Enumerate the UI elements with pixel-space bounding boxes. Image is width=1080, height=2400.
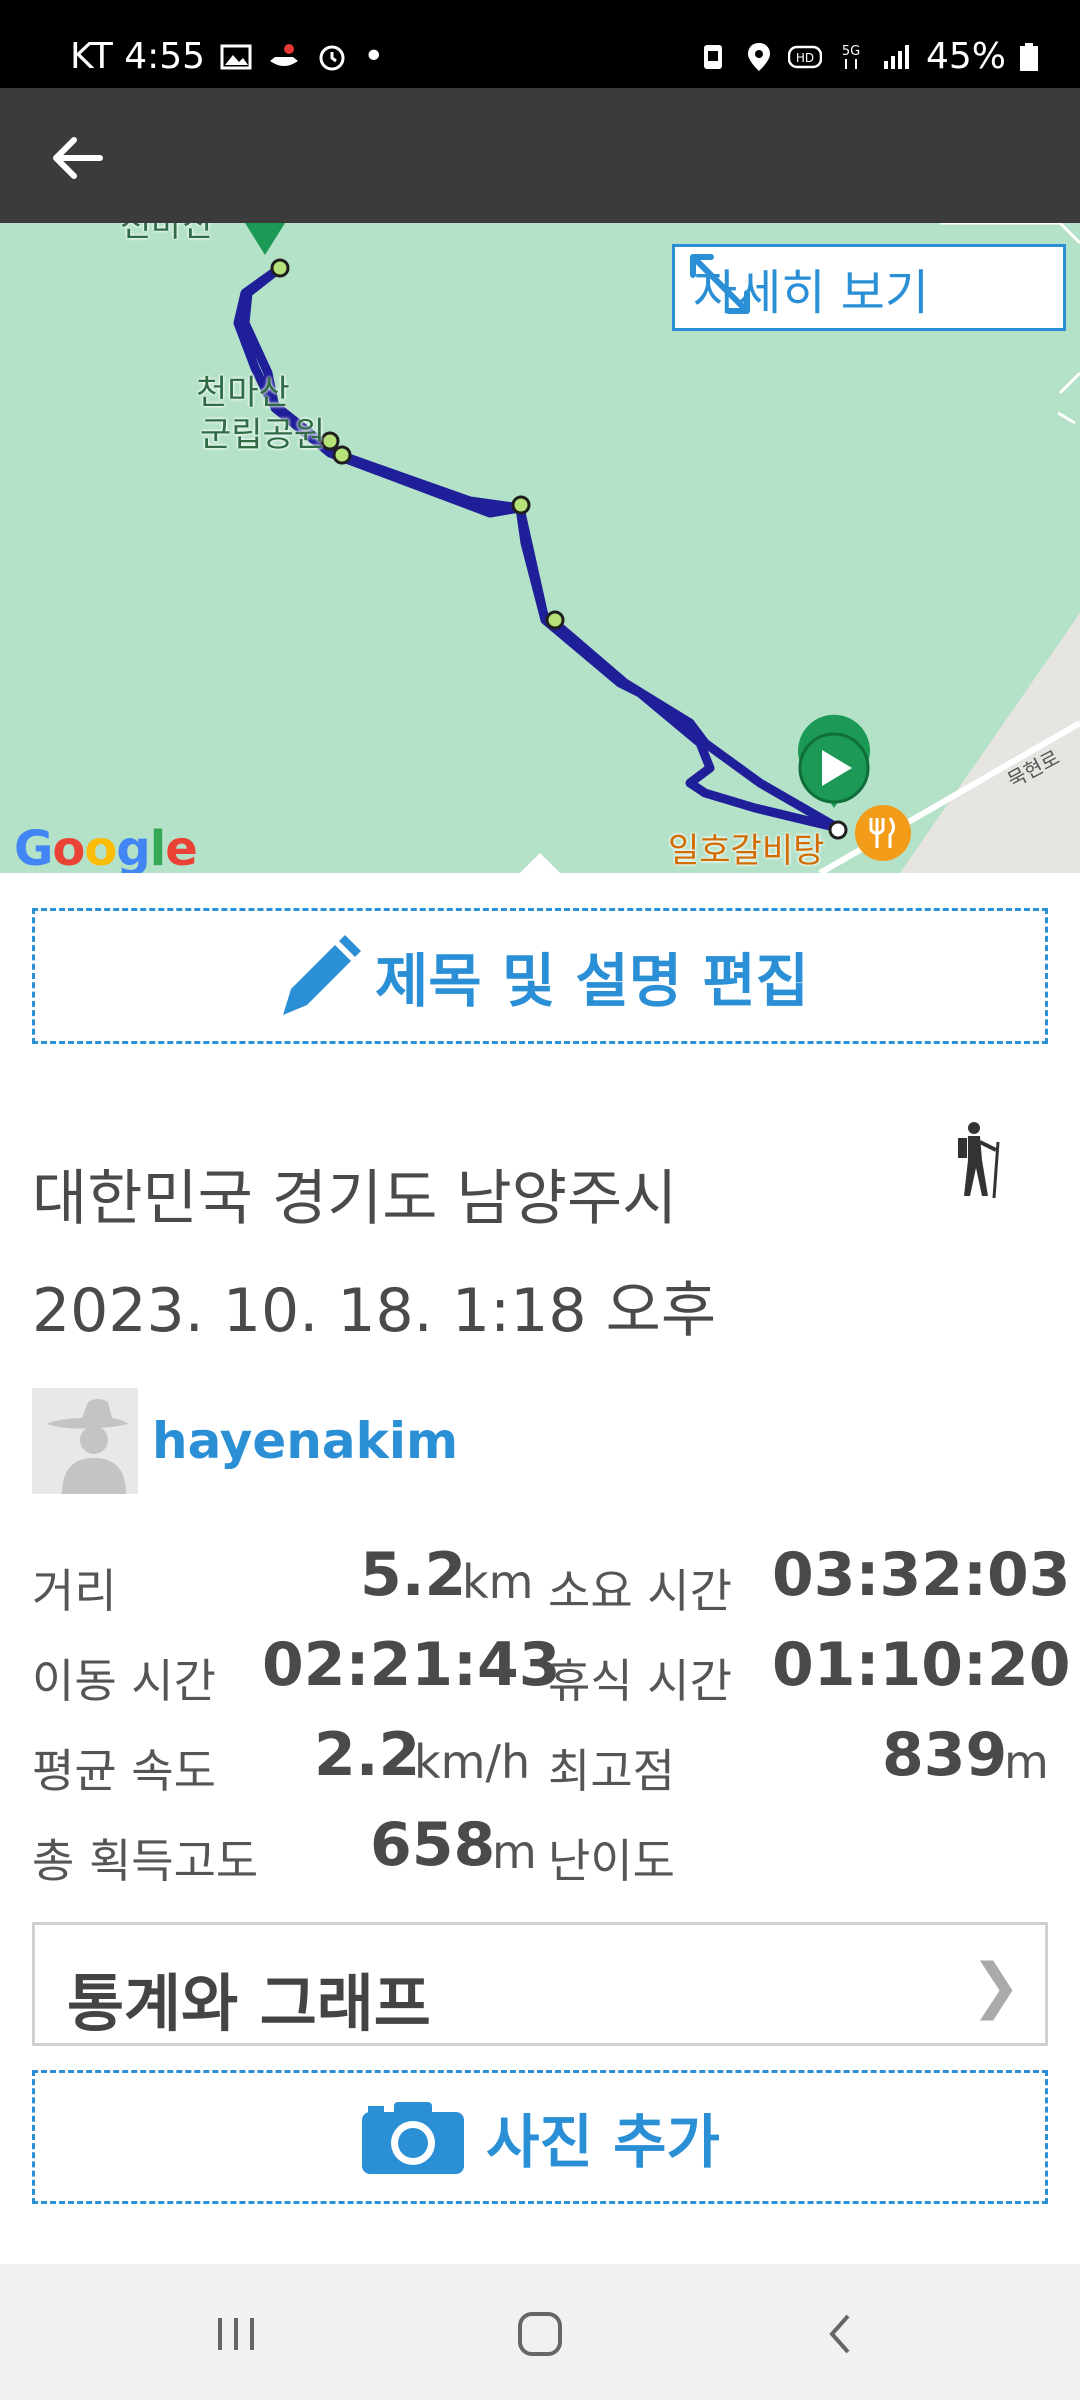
map-pointer — [520, 853, 560, 873]
chevron-right-icon: ❯ — [970, 1951, 1021, 2021]
battery-percent: 45% — [925, 36, 1006, 77]
recent-apps-icon[interactable] — [206, 2304, 266, 2364]
moving-time-value: 02:21:43 — [262, 1630, 561, 1700]
road-top — [940, 223, 1080, 245]
restaurant-icon[interactable] — [855, 805, 911, 861]
road-right — [1057, 371, 1080, 425]
home-icon[interactable] — [510, 2304, 570, 2364]
alarm-icon — [319, 45, 345, 70]
boat-icon — [270, 43, 299, 66]
duration-value: 03:32:03 — [772, 1540, 1071, 1610]
edit-title-button[interactable]: 제목 및 설명 편집 — [32, 908, 1048, 1044]
rest-time-label: 휴식 시간 — [548, 1654, 732, 1708]
app-bar — [0, 88, 1080, 223]
status-dot: • — [363, 36, 385, 77]
distance-unit: km — [462, 1555, 534, 1609]
park-label-line2: 군립공원 — [200, 415, 326, 455]
add-photo-label: 사진 추가 — [486, 2108, 720, 2176]
distance-label: 거리 — [32, 1564, 117, 1618]
status-bar: KT 4:55 • HD 5G 45% — [0, 0, 1080, 88]
avg-speed-value: 2.2 — [314, 1720, 421, 1790]
add-photo-button[interactable]: 사진 추가 — [32, 2070, 1048, 2204]
image-icon — [220, 44, 252, 69]
battery-icon — [1020, 42, 1038, 71]
status-right: HD 5G 45% — [696, 36, 1040, 77]
moving-time-label: 이동 시간 — [32, 1654, 216, 1708]
back-arrow-icon[interactable] — [42, 128, 112, 188]
avg-speed-unit: km/h — [414, 1735, 531, 1789]
hiker-icon — [958, 1122, 1000, 1199]
signal-icon — [883, 44, 909, 69]
svg-text:5G: 5G — [842, 44, 860, 59]
hd-icon: HD — [787, 45, 822, 68]
urban-area — [900, 613, 1080, 873]
google-logo: Google — [14, 821, 198, 873]
waypoint[interactable] — [511, 495, 531, 515]
restaurant-label: 일호갈비탕 — [668, 831, 825, 871]
max-elevation-value: 839 — [882, 1720, 1008, 1790]
summit-marker-icon[interactable] — [245, 223, 285, 255]
back-nav-icon[interactable] — [810, 2304, 870, 2364]
location-icon — [747, 42, 770, 71]
stats-graph-label: 통계와 그래프 — [67, 1967, 431, 2040]
elevation-gain-unit: m — [492, 1825, 537, 1879]
waypoint-end[interactable] — [828, 820, 848, 840]
avg-speed-label: 평균 속도 — [32, 1744, 216, 1798]
elevation-gain-label: 총 획득고도 — [32, 1834, 259, 1888]
rest-time-value: 01:10:20 — [772, 1630, 1071, 1700]
waypoint[interactable] — [545, 610, 565, 630]
system-nav-bar — [0, 2264, 1080, 2400]
waypoint[interactable] — [270, 258, 290, 278]
trip-location: 대한민국 경기도 남양주시 — [32, 1164, 678, 1234]
stats-graph-button[interactable]: 통계와 그래프 ❯ — [32, 1922, 1048, 2046]
view-detail-button[interactable]: 자세히 보기 — [672, 244, 1066, 331]
track-line — [233, 264, 843, 833]
difficulty-label: 난이도 — [548, 1834, 675, 1888]
park-label-line1: 천마산 — [196, 373, 290, 413]
waypoint[interactable] — [332, 445, 352, 465]
avatar[interactable] — [32, 1388, 138, 1494]
route-map[interactable]: 자세히 보기 천마산 천마산 군립공원 일호갈비탕 묵현로 Google — [0, 223, 1080, 873]
distance-value: 5.2 — [360, 1540, 467, 1610]
duration-label: 소요 시간 — [548, 1564, 732, 1618]
camera-icon — [362, 2102, 465, 2174]
start-marker-icon[interactable] — [798, 714, 870, 808]
svg-text:HD: HD — [796, 51, 814, 65]
recycle-icon — [703, 44, 722, 69]
elevation-gain-value: 658 — [370, 1810, 496, 1880]
max-elevation-unit: m — [1004, 1735, 1049, 1789]
edit-title-label: 제목 및 설명 편집 — [374, 947, 810, 1015]
carrier-time: KT 4:55 — [70, 36, 206, 77]
max-elevation-label: 최고점 — [548, 1744, 675, 1798]
avatar-silhouette-icon — [32, 1388, 138, 1494]
pencil-icon — [282, 935, 361, 1015]
map-top-label: 천마산 — [120, 223, 214, 245]
expand-icon — [690, 254, 750, 314]
trip-datetime: 2023. 10. 18. 1:18 오후 — [32, 1276, 717, 1346]
status-left: KT 4:55 • — [70, 36, 384, 77]
username[interactable]: hayenakim — [152, 1412, 458, 1470]
5g-icon: 5G — [842, 44, 860, 69]
